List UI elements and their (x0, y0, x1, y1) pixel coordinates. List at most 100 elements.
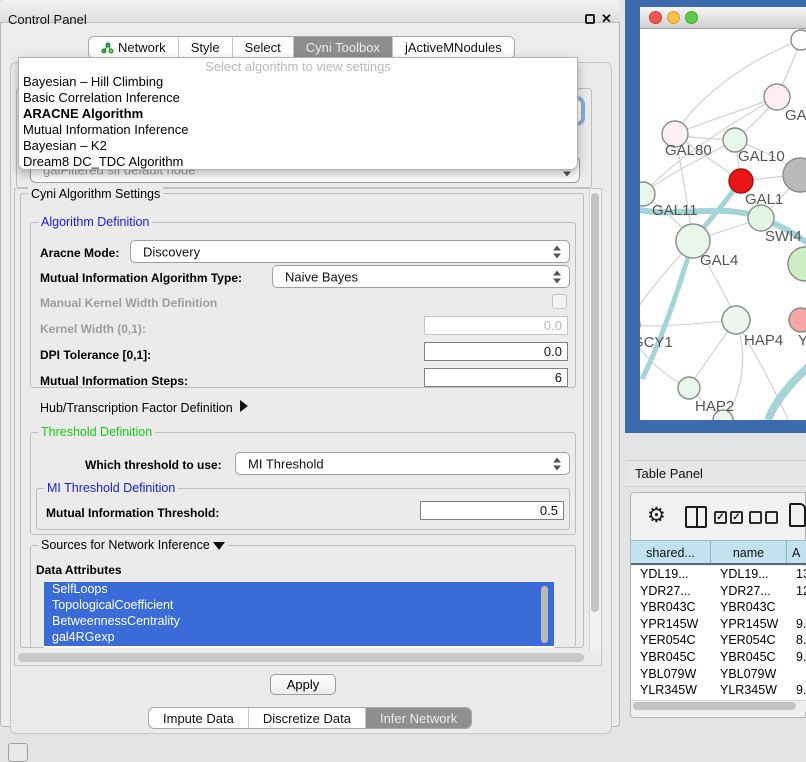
dropdown-item[interactable]: Dream8 DC_TDC Algorithm (19, 154, 577, 170)
cell: YDR27... (711, 583, 787, 600)
tab-cyni-toolbox[interactable]: Cyni Toolbox (294, 37, 393, 58)
network-canvas[interactable]: GAL GAL80 GAL10 GAL1 GAL11 SWI4 GAL4 GCY… (640, 29, 806, 420)
column-header-name[interactable]: name (711, 541, 787, 563)
table-row[interactable]: YER054CYER054C8. (631, 632, 806, 649)
mi-threshold-field[interactable]: 0.5 (420, 501, 564, 520)
cell: YBL079W (711, 666, 787, 683)
cyni-algorithm-settings-title: Cyni Algorithm Settings (28, 187, 163, 201)
tab-infer-network[interactable]: Infer Network (366, 708, 471, 728)
manual-kernel-checkbox[interactable] (552, 294, 567, 309)
document-icon[interactable] (789, 503, 806, 527)
cell: YER054C (631, 632, 711, 649)
horizontal-scrollbar-thumb[interactable] (18, 653, 584, 662)
tab-style[interactable]: Style (179, 37, 233, 58)
tab-network[interactable]: Network (89, 37, 179, 58)
column-header-shared-name[interactable]: shared... (631, 541, 711, 563)
table-row[interactable]: YDL19...YDL19...13 (631, 566, 806, 583)
cell: 9. (787, 616, 806, 633)
sources-group-title[interactable]: Sources for Network Inference (38, 538, 228, 552)
dropdown-item[interactable]: Bayesian – K2 (19, 138, 577, 154)
tab-select[interactable]: Select (233, 37, 294, 58)
dropdown-item[interactable]: Bayesian – Hill Climbing (19, 74, 577, 90)
network-node-labels: GAL GAL80 GAL10 GAL1 GAL11 SWI4 GAL4 GCY… (640, 107, 806, 415)
table-row[interactable]: YPR145WYPR145W9. (631, 616, 806, 633)
table-panel-title: Table Panel (635, 466, 703, 481)
node-label: GCY1 (640, 334, 673, 351)
node-gray[interactable] (783, 158, 806, 192)
gear-icon[interactable]: ⚙ (647, 505, 666, 526)
tab-jactivemnodules[interactable]: jActiveMNodules (393, 37, 514, 58)
column-layout-icon[interactable] (685, 506, 707, 528)
list-item[interactable]: TopologicalCoefficient (44, 598, 554, 614)
cell: 13 (787, 566, 806, 583)
mi-type-combobox[interactable]: Naive Bayes (272, 265, 570, 288)
node-hap4[interactable] (722, 306, 750, 334)
cell (787, 599, 806, 616)
node-gal1[interactable] (729, 169, 753, 193)
table-body: YDL19...YDL19...13 YDR27...YDR27...12 YB… (631, 566, 806, 700)
table-row[interactable]: YBL079WYBL079W (631, 666, 806, 683)
float-window-icon[interactable] (585, 14, 595, 24)
list-scrollbar-thumb[interactable] (541, 586, 548, 643)
node-green-large[interactable] (788, 247, 806, 281)
list-item[interactable]: SelfLoops (44, 582, 554, 598)
collapse-down-icon[interactable] (213, 542, 225, 550)
cell: YLR345W (631, 682, 711, 699)
table-row[interactable]: YLR345WYLR345W9. (631, 682, 806, 699)
table-row[interactable]: YBR045CYBR045C9. (631, 649, 806, 666)
aracne-mode-label: Aracne Mode: (40, 246, 119, 260)
vertical-scrollbar-thumb[interactable] (591, 193, 599, 612)
cell: 12 (787, 583, 806, 600)
tab-discretize-data[interactable]: Discretize Data (249, 708, 366, 728)
close-traffic-light-icon[interactable] (649, 11, 662, 24)
network-window-titlebar[interactable] (640, 7, 806, 29)
cell: YBR045C (631, 649, 711, 666)
which-threshold-combobox[interactable]: MI Threshold (235, 452, 570, 475)
kernel-width-label: Kernel Width (0,1): (40, 322, 146, 336)
table-row[interactable]: YDR27...YDR27...12 (631, 583, 806, 600)
zoom-traffic-light-icon[interactable] (685, 11, 698, 24)
table-row[interactable]: YBR043CYBR043C (631, 599, 806, 616)
control-panel-titlebar[interactable] (0, 0, 620, 23)
table-horizontal-scrollbar-thumb[interactable] (633, 702, 796, 710)
node-label: GAL4 (700, 252, 738, 269)
checked-checkbox-icon[interactable]: ✓ (714, 511, 727, 524)
unchecked-checkbox-icon[interactable] (765, 511, 778, 524)
dpi-tolerance-field[interactable]: 0.0 (424, 342, 568, 361)
node-label: Y (798, 332, 806, 349)
hub-definition-text: Hub/Transcription Factor Definition (40, 401, 233, 415)
expand-right-icon[interactable] (240, 400, 248, 412)
cell: YER054C (711, 632, 787, 649)
data-attributes-list: SelfLoops TopologicalCoefficient Between… (44, 582, 554, 648)
close-icon[interactable]: ✕ (601, 11, 612, 27)
mi-steps-label: Mutual Information Steps: (40, 374, 188, 388)
mi-steps-field[interactable]: 6 (424, 368, 568, 387)
tab-impute-data[interactable]: Impute Data (149, 708, 249, 728)
node-hap2[interactable] (678, 377, 700, 399)
list-item[interactable]: gal4RGexp (44, 630, 554, 646)
minimize-traffic-light-icon[interactable] (667, 11, 680, 24)
aracne-mode-combobox[interactable]: Discovery (130, 240, 570, 263)
node-label: GAL10 (738, 148, 785, 165)
network-view-window: GAL GAL80 GAL10 GAL1 GAL11 SWI4 GAL4 GCY… (640, 7, 806, 420)
tab-select-label: Select (245, 40, 281, 55)
checked-checkbox-icon[interactable]: ✓ (730, 511, 743, 524)
kernel-width-field[interactable]: 0.0 (424, 316, 568, 335)
hub-definition-label[interactable]: Hub/Transcription Factor Definition (40, 400, 248, 415)
collapsed-panel-button[interactable] (8, 743, 28, 762)
unchecked-checkbox-icon[interactable] (749, 511, 762, 524)
mi-threshold-label: Mutual Information Threshold: (46, 506, 219, 520)
column-header-clipped[interactable]: A (787, 541, 806, 563)
cell: YLR345W (711, 682, 787, 699)
cell: YBL079W (631, 666, 711, 683)
node-salmon[interactable] (789, 308, 806, 332)
dropdown-item[interactable]: Basic Correlation Inference (19, 90, 577, 106)
cell: 9. (787, 649, 806, 666)
node[interactable] (791, 30, 806, 50)
dropdown-item-selected[interactable]: ARACNE Algorithm (19, 106, 577, 122)
data-attributes-label: Data Attributes (36, 563, 122, 577)
list-item[interactable]: BetweennessCentrality (44, 614, 554, 630)
tab-style-label: Style (191, 40, 220, 55)
dropdown-item[interactable]: Mutual Information Inference (19, 122, 577, 138)
apply-button[interactable]: Apply (270, 674, 336, 695)
